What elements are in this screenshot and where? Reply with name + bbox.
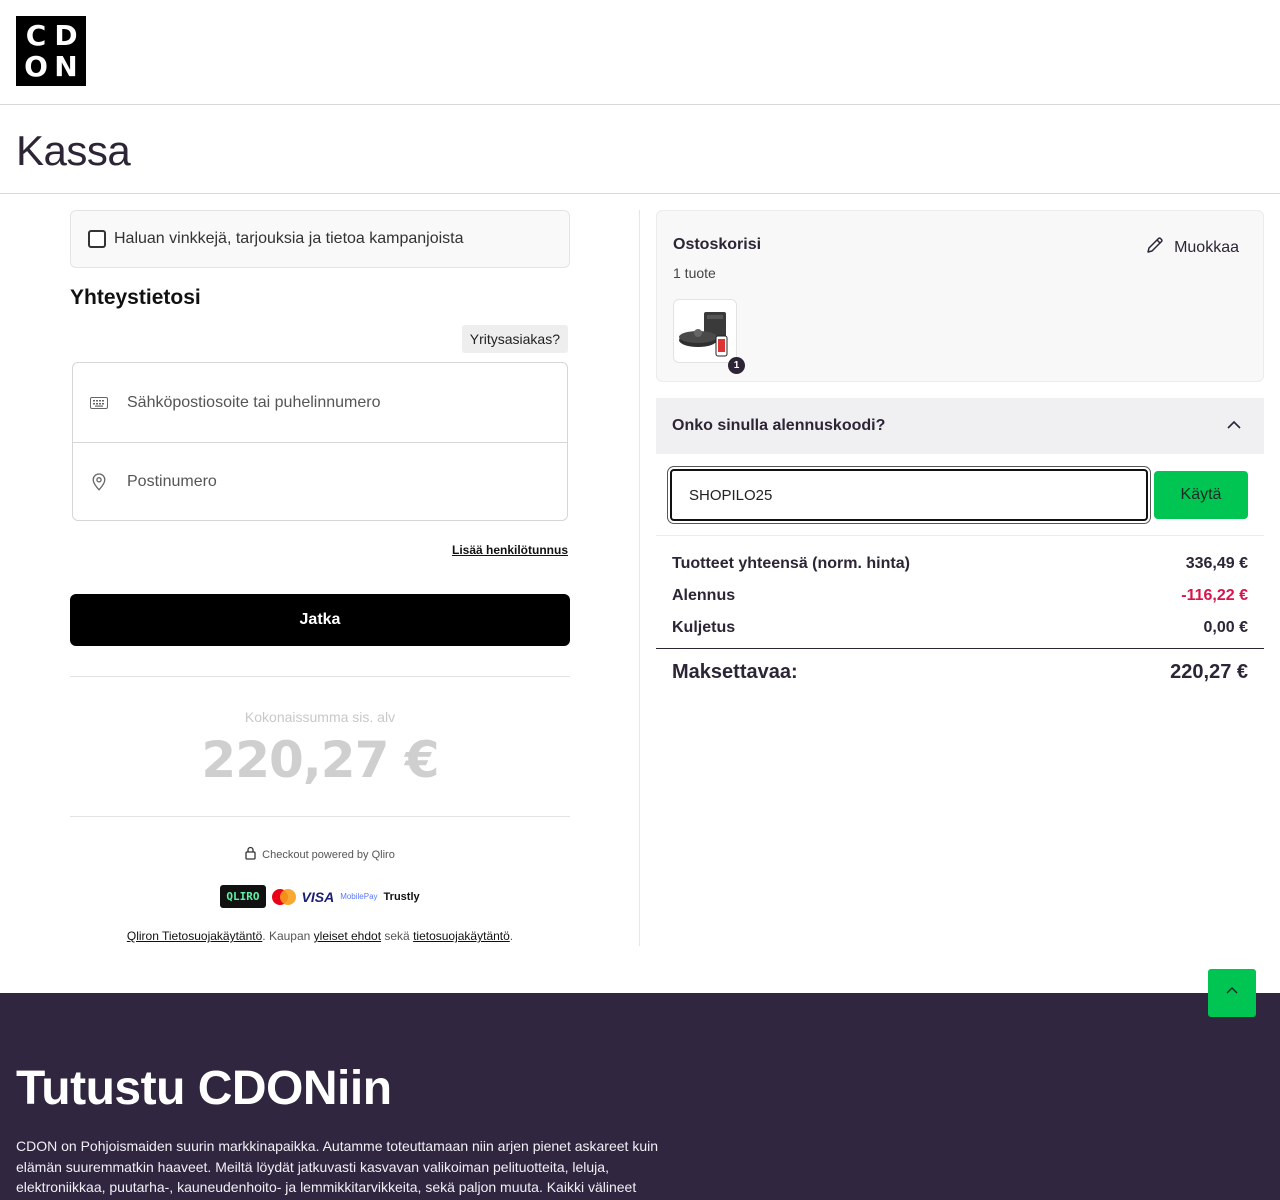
grand-total: Maksettavaa: 220,27 € <box>672 661 1248 684</box>
lock-icon <box>245 846 256 863</box>
powered-by: Checkout powered by Qliro <box>70 846 570 863</box>
robot-vacuum-image <box>679 312 728 357</box>
summary-row-products: Tuotteet yhteensä (norm. hinta) 336,49 € <box>672 555 1248 573</box>
footer: Tutustu CDONiin CDON on Pohjoismaiden su… <box>0 993 1280 1200</box>
cart-item-count: 1 tuote <box>673 265 716 281</box>
arrow-up-icon <box>1225 984 1239 1003</box>
trustly-logo: Trustly <box>383 890 420 903</box>
logo-letter: O <box>24 50 48 83</box>
legal-text: . <box>509 929 514 943</box>
summary-row-shipping: Kuljetus 0,00 € <box>672 619 1248 637</box>
mastercard-logo <box>271 888 296 905</box>
discount-question: Onko sinulla alennuskoodi? <box>672 417 886 434</box>
qliro-privacy-link[interactable]: Qliron Tietosuojakäytäntö <box>127 929 262 943</box>
qliro-logo: QLIRO <box>220 885 266 908</box>
postcode-field[interactable]: Postinumero <box>73 442 567 521</box>
cart-title: Ostoskorisi <box>673 236 762 253</box>
summary-label: Alennus <box>672 587 736 604</box>
summary-value: 0,00 € <box>1203 619 1248 636</box>
logo-letter: N <box>54 50 78 83</box>
title-bar: Kassa <box>0 105 1280 194</box>
summary-label: Tuotteet yhteensä (norm. hinta) <box>672 555 910 572</box>
column-divider <box>639 210 640 946</box>
logo-letter: D <box>54 19 78 52</box>
terms-link[interactable]: yleiset ehdot <box>314 929 381 943</box>
newsletter-checkbox[interactable] <box>88 230 106 248</box>
discount-code-input[interactable] <box>670 469 1148 521</box>
newsletter-optin[interactable]: Haluan vinkkejä, tarjouksia ja tietoa ka… <box>70 210 570 268</box>
pencil-icon <box>1146 236 1164 259</box>
visa-logo: VISA <box>301 888 335 905</box>
privacy-link[interactable]: tietosuojakäytäntö <box>413 929 510 943</box>
cdon-logo[interactable]: C D O N <box>16 16 86 86</box>
edit-cart-button[interactable]: Muokkaa <box>1146 236 1239 259</box>
newsletter-label: Haluan vinkkejä, tarjouksia ja tietoa ka… <box>114 230 464 247</box>
apply-discount-button[interactable]: Käytä <box>1154 471 1248 519</box>
email-placeholder: Sähköpostiosoite tai puhelinnumero <box>127 393 381 411</box>
cart-panel: Ostoskorisi 1 tuote Muokkaa 1 <box>656 210 1264 382</box>
discount-toggle[interactable]: Onko sinulla alennuskoodi? <box>656 398 1264 454</box>
company-customer-button[interactable]: Yritysasiakas? <box>461 325 568 353</box>
summary-value: 336,49 € <box>1185 555 1248 572</box>
summary-row-discount: Alennus -116,22 € <box>672 587 1248 605</box>
summary-value: -116,22 € <box>1181 587 1248 604</box>
grand-total-label: Maksettavaa: <box>672 661 798 683</box>
footer-text: CDON on Pohjoismaiden suurin markkinapai… <box>16 1138 659 1195</box>
footer-title: Tutustu CDONiin <box>16 1062 392 1115</box>
legal-text: sekä <box>381 929 414 943</box>
checkout-form: Haluan vinkkejä, tarjouksia ja tietoa ka… <box>70 210 570 943</box>
grand-total-divider <box>656 648 1264 649</box>
grand-total-value: 220,27 € <box>1170 661 1248 683</box>
summary-divider <box>656 535 1264 536</box>
contact-fields: Sähköpostiosoite tai puhelinnumero Posti… <box>72 362 568 521</box>
contact-title: Yhteystietosi <box>70 286 201 309</box>
email-field[interactable]: Sähköpostiosoite tai puhelinnumero <box>73 363 567 442</box>
keyboard-icon <box>89 393 109 413</box>
total-label: Kokonaissumma sis. alv <box>244 709 396 725</box>
summary-label: Kuljetus <box>672 619 736 636</box>
scroll-to-top-button[interactable] <box>1208 969 1256 1017</box>
total-amount: 220,27 € <box>201 731 439 789</box>
location-pin-icon <box>89 472 109 492</box>
add-personal-id-link[interactable]: Lisää henkilötunnus <box>452 543 568 557</box>
postcode-placeholder: Postinumero <box>127 473 217 490</box>
legal-links: Qliron Tietosuojakäytäntö. Kaupan yleise… <box>70 929 570 943</box>
cart-quantity-badge: 1 <box>728 357 745 374</box>
legal-text: . Kaupan <box>262 929 314 943</box>
product-thumbnail[interactable] <box>673 299 737 363</box>
continue-button[interactable]: Jatka <box>70 594 570 646</box>
top-header: C D O N <box>0 0 1280 105</box>
chevron-up-icon <box>1226 417 1242 438</box>
mobilepay-logo: MobilePay <box>340 892 378 901</box>
powered-by-text: Checkout powered by Qliro <box>262 848 395 861</box>
order-total: Kokonaissumma sis. alv 220,27 € <box>70 676 570 817</box>
page-title: Kassa <box>16 127 131 174</box>
edit-cart-label: Muokkaa <box>1174 238 1239 256</box>
payment-logos: QLIRO VISA MobilePay Trustly <box>70 885 570 908</box>
logo-letter: C <box>25 19 47 52</box>
